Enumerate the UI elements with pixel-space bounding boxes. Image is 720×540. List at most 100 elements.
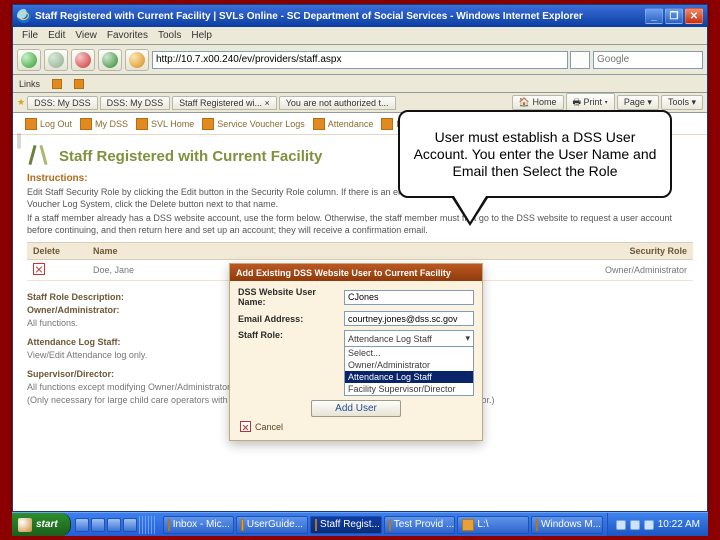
role-option-0[interactable]: Select... — [345, 347, 473, 359]
maximize-button[interactable]: ❐ — [665, 8, 683, 24]
menu-favorites[interactable]: Favorites — [104, 29, 151, 42]
refresh-button[interactable] — [98, 49, 122, 71]
user-label: DSS Website User Name: — [238, 287, 338, 307]
role-label: Staff Role: — [238, 330, 338, 340]
minimize-button[interactable]: _ — [645, 8, 663, 24]
search-box[interactable] — [593, 51, 703, 69]
user-name-input[interactable] — [344, 290, 474, 305]
col-name: Name — [87, 243, 553, 259]
menu-edit[interactable]: Edit — [45, 29, 68, 42]
task-2[interactable]: UserGuide... — [236, 516, 308, 534]
staff-table-header: Delete Name Security Role — [27, 243, 693, 260]
role-option-2[interactable]: Attendance Log Staff — [345, 371, 473, 383]
add-user-dialog: Add Existing DSS Website User to Current… — [229, 263, 483, 441]
role-options: Select... Owner/Administrator Attendance… — [345, 346, 473, 395]
nav-mydss[interactable]: My DSS — [80, 118, 128, 130]
tool-page[interactable]: Page ▾ — [617, 95, 659, 110]
tab-4[interactable]: You are not authorized t... — [279, 96, 396, 110]
ql-item-4[interactable] — [123, 518, 137, 532]
nav-logout[interactable]: Log Out — [25, 118, 72, 130]
dialog-title: Add Existing DSS Website User to Current… — [230, 264, 482, 281]
address-bar[interactable] — [152, 51, 568, 69]
cancel-icon — [240, 421, 251, 432]
menu-tools[interactable]: Tools — [155, 29, 184, 42]
start-label: start — [36, 519, 58, 530]
col-role: Security Role — [553, 243, 693, 259]
ql-item-2[interactable] — [91, 518, 105, 532]
menu-file[interactable]: File — [19, 29, 41, 42]
back-button[interactable] — [17, 49, 41, 71]
task-3[interactable]: Staff Regist... — [310, 516, 382, 534]
ql-item-3[interactable] — [107, 518, 121, 532]
close-button[interactable]: ✕ — [685, 8, 703, 24]
ql-overflow[interactable] — [139, 516, 155, 534]
taskbar-clock: 10:22 AM — [658, 519, 700, 530]
home-button[interactable] — [125, 49, 149, 71]
windows-logo-icon — [18, 518, 32, 532]
quick-launch — [71, 513, 159, 536]
nav-toolbar — [13, 45, 707, 75]
dialog-body: DSS Website User Name: Email Address: St… — [230, 281, 482, 440]
cancel-button[interactable]: Cancel — [240, 421, 474, 432]
email-input[interactable] — [344, 311, 474, 326]
role-att-title: Attendance Log Staff: — [27, 337, 121, 347]
system-tray: 10:22 AM — [607, 513, 708, 536]
window-buttons: _ ❐ ✕ — [645, 8, 703, 24]
tab-2[interactable]: DSS: My DSS — [100, 96, 171, 110]
taskbar-tasks: Inbox - Mic... UserGuide... Staff Regist… — [159, 513, 607, 536]
role-dropdown[interactable]: Attendance Log Staff ▾ Select... Owner/Ad… — [344, 330, 474, 396]
cancel-label: Cancel — [255, 422, 283, 432]
task-4[interactable]: Test Provid ... — [384, 516, 456, 534]
col-delete: Delete — [27, 243, 87, 259]
instruction-callout: User must establish a DSS User Account. … — [398, 110, 672, 198]
fav-link-1[interactable] — [52, 79, 62, 89]
role-selected: Attendance Log Staff — [348, 334, 432, 344]
add-user-button[interactable]: Add User — [311, 400, 401, 417]
tab-1[interactable]: DSS: My DSS — [27, 96, 98, 110]
windows-taskbar: start Inbox - Mic... UserGuide... Staff … — [12, 512, 708, 536]
chevron-down-icon: ▾ — [465, 333, 470, 344]
tray-icon-3[interactable] — [644, 520, 654, 530]
instructions-line2: If a staff member already has a DSS webs… — [27, 212, 693, 236]
menu-help[interactable]: Help — [188, 29, 215, 42]
forward-button[interactable] — [44, 49, 68, 71]
go-button[interactable] — [570, 51, 590, 69]
role-option-3[interactable]: Facility Supervisor/Director — [345, 383, 473, 395]
role-option-1[interactable]: Owner/Administrator — [345, 359, 473, 371]
task-6[interactable]: Windows M... — [531, 516, 603, 534]
tray-icon-1[interactable] — [616, 520, 626, 530]
nav-svlhome[interactable]: SVL Home — [136, 118, 194, 130]
window-titlebar: Staff Registered with Current Facility |… — [13, 5, 707, 27]
stop-button[interactable] — [71, 49, 95, 71]
start-button[interactable]: start — [12, 513, 71, 536]
delete-row-button[interactable] — [33, 263, 45, 275]
tray-icon-2[interactable] — [630, 520, 640, 530]
role-sup-title: Supervisor/Director: — [27, 369, 114, 379]
menu-view[interactable]: View — [72, 29, 100, 42]
nav-voucher[interactable]: Service Voucher Logs — [202, 118, 305, 130]
window-title: Staff Registered with Current Facility |… — [35, 11, 641, 22]
tab-3[interactable]: Staff Registered wi... × — [172, 96, 277, 110]
callout-tail — [454, 196, 486, 222]
ie-window: Staff Registered with Current Facility |… — [12, 4, 708, 512]
nav-attendance[interactable]: Attendance — [313, 118, 374, 130]
ql-item-1[interactable] — [75, 518, 89, 532]
tool-tools[interactable]: Tools ▾ — [661, 95, 703, 110]
role-owner-title: Owner/Administrator: — [27, 305, 120, 315]
roles-head: Staff Role Description: — [27, 292, 124, 302]
favorites-star-icon[interactable]: ★ — [17, 97, 25, 108]
links-bar: Links — [13, 75, 707, 93]
callout-text: User must establish a DSS User Account. … — [410, 129, 660, 180]
scroll-artifact — [17, 133, 21, 149]
ie-icon — [17, 9, 31, 23]
links-label: Links — [19, 79, 40, 89]
task-5[interactable]: L:\ — [457, 516, 529, 534]
address-wrap — [152, 51, 590, 69]
task-1[interactable]: Inbox - Mic... — [163, 516, 235, 534]
tool-home[interactable]: 🏠 Home — [512, 95, 564, 110]
menu-bar: File Edit View Favorites Tools Help — [13, 27, 707, 45]
page-title: Staff Registered with Current Facility — [59, 148, 322, 165]
row-role: Owner/Administrator — [553, 262, 693, 278]
fav-link-2[interactable] — [74, 79, 84, 89]
email-label: Email Address: — [238, 314, 338, 324]
